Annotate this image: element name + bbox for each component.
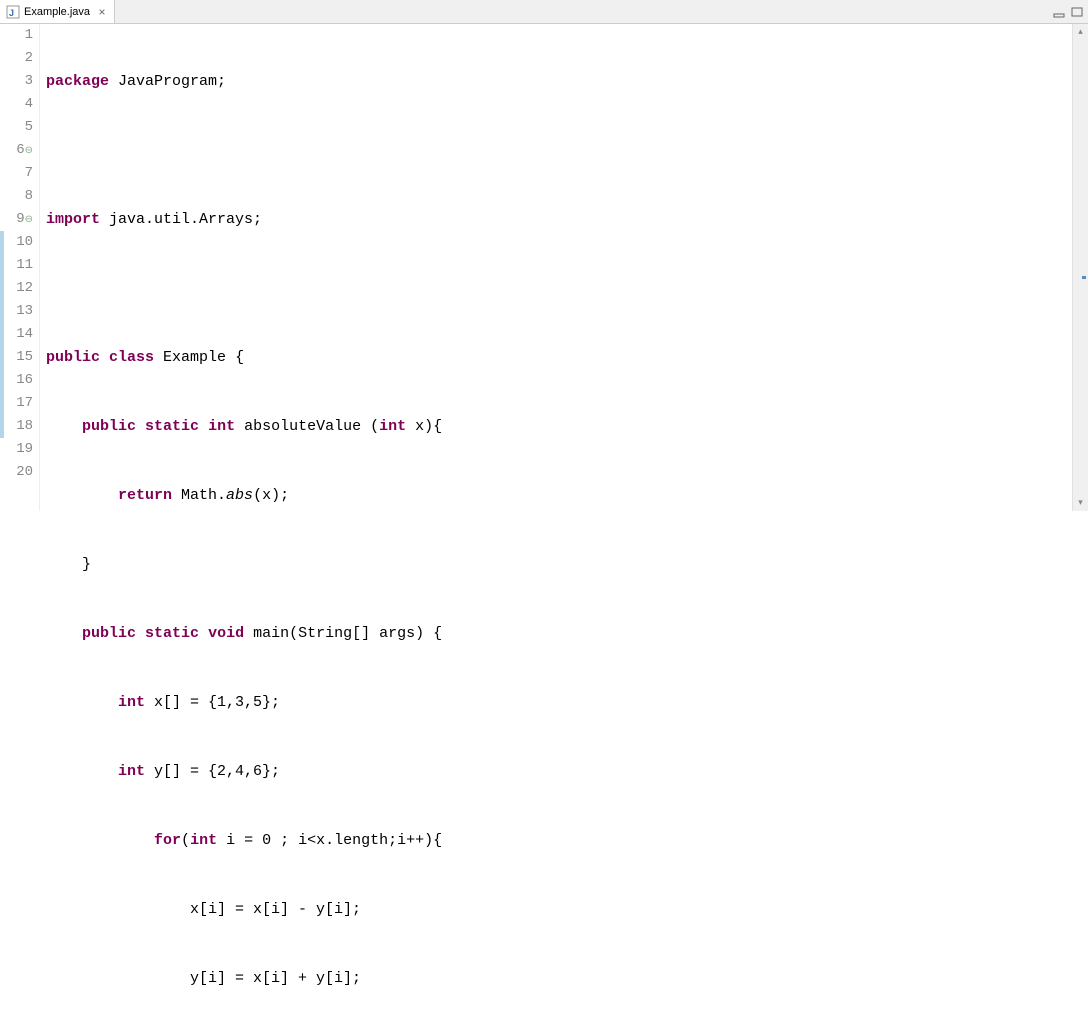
code-line: } [46, 553, 1088, 576]
code-area[interactable]: package JavaProgram; import java.util.Ar… [40, 24, 1088, 511]
code-line: int x[] = {1,3,5}; [46, 691, 1088, 714]
change-bar [0, 277, 4, 300]
java-file-icon: J [6, 5, 20, 19]
line-number: 16 [0, 369, 33, 392]
line-number: 5 [0, 116, 33, 139]
code-line: public class Example { [46, 346, 1088, 369]
line-number: 13 [0, 300, 33, 323]
code-line: public static void main(String[] args) { [46, 622, 1088, 645]
line-number: 11 [0, 254, 33, 277]
line-number: 12 [0, 277, 33, 300]
code-line: y[i] = x[i] + y[i]; [46, 967, 1088, 990]
gutter: 1 2 3 4 5 6⊖ 7 8 9⊖ 10 11 12 13 14 15 16… [0, 24, 40, 511]
line-number: 9⊖ [0, 208, 33, 231]
line-number: 1 [0, 24, 33, 47]
line-number: 3 [0, 70, 33, 93]
editor-tab[interactable]: J Example.java × [0, 0, 115, 23]
scroll-up-icon[interactable]: ▴ [1073, 24, 1088, 40]
code-line: public static int absoluteValue (int x){ [46, 415, 1088, 438]
line-number: 19 [0, 438, 33, 461]
toolbar-right [1052, 0, 1084, 23]
line-number: 4 [0, 93, 33, 116]
change-bar [0, 323, 4, 346]
svg-text:J: J [9, 8, 14, 18]
minimize-icon[interactable] [1052, 5, 1066, 19]
scroll-down-icon[interactable]: ▾ [1073, 495, 1088, 511]
line-number: 15 [0, 346, 33, 369]
line-number: 10 [0, 231, 33, 254]
maximize-icon[interactable] [1070, 5, 1084, 19]
code-line: return Math.abs(x); [46, 484, 1088, 507]
change-bar [0, 346, 4, 369]
tab-bar: J Example.java × [0, 0, 1088, 24]
line-number: 18 [0, 415, 33, 438]
scroll-marker [1082, 276, 1086, 279]
line-number: 20 [0, 461, 33, 484]
line-number: 7 [0, 162, 33, 185]
code-line: import java.util.Arrays; [46, 208, 1088, 231]
override-marker-icon: ⊖ [25, 146, 33, 157]
code-line: for(int i = 0 ; i<x.length;i++){ [46, 829, 1088, 852]
code-line: int y[] = {2,4,6}; [46, 760, 1088, 783]
editor: 1 2 3 4 5 6⊖ 7 8 9⊖ 10 11 12 13 14 15 16… [0, 24, 1088, 511]
code-line: x[i] = x[i] - y[i]; [46, 898, 1088, 921]
line-number: 14 [0, 323, 33, 346]
close-icon[interactable]: × [96, 6, 108, 18]
line-number: 2 [0, 47, 33, 70]
change-bar [0, 369, 4, 392]
code-line [46, 277, 1088, 300]
change-bar [0, 231, 4, 254]
vertical-scrollbar[interactable]: ▴ ▾ [1072, 24, 1088, 511]
line-number: 6⊖ [0, 139, 33, 162]
line-number: 8 [0, 185, 33, 208]
change-bar [0, 415, 4, 438]
code-line: package JavaProgram; [46, 70, 1088, 93]
code-line [46, 139, 1088, 162]
change-bar [0, 392, 4, 415]
change-bar [0, 300, 4, 323]
line-number: 17 [0, 392, 33, 415]
override-marker-icon: ⊖ [25, 215, 33, 226]
change-bar [0, 254, 4, 277]
tab-filename: Example.java [24, 6, 90, 18]
